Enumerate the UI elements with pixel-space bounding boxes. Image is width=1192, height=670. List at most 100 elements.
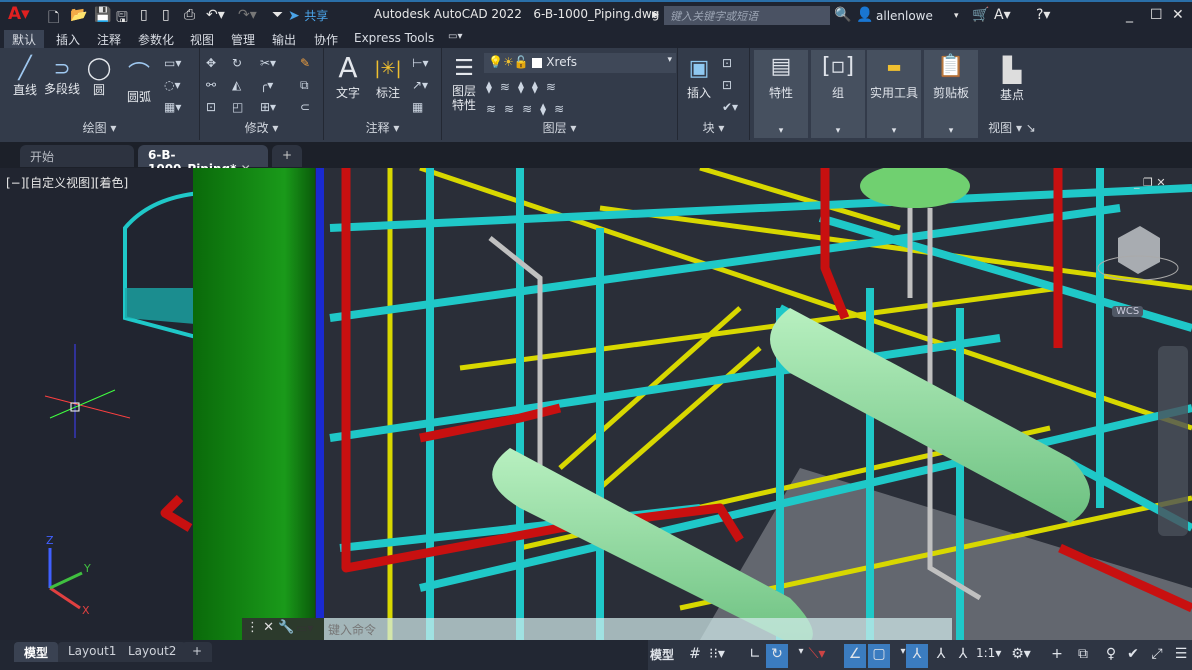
polyline-button[interactable]: ⊃多段线: [44, 56, 80, 97]
user-name[interactable]: allenlowe: [876, 9, 933, 23]
annotation-monitor-icon[interactable]: +: [1046, 644, 1068, 668]
customize-icon[interactable]: ⏷: [272, 7, 283, 23]
autocad-logo-icon[interactable]: A▾: [8, 4, 30, 24]
tab-express-tools[interactable]: Express Tools: [346, 30, 442, 48]
maximize-icon[interactable]: ☐: [1150, 7, 1163, 23]
tab-output[interactable]: 输出: [264, 30, 304, 48]
layers-panel-title[interactable]: 图层 ▾: [442, 119, 677, 136]
insert-button[interactable]: ▣插入: [682, 54, 716, 101]
annotation-panel-title[interactable]: 注释 ▾: [324, 119, 441, 136]
scale-icon[interactable]: ◰: [232, 100, 243, 114]
customize-wrench-icon[interactable]: 🔧: [278, 620, 294, 635]
user-dropdown-icon[interactable]: ▾: [954, 11, 959, 21]
annotation-scale-icon[interactable]: ⅄: [952, 644, 974, 668]
file-tab-active[interactable]: 6-B-1000_Piping* ✕: [138, 145, 268, 167]
isometric-icon[interactable]: ⟍▾: [806, 644, 828, 668]
isolate-objects-icon[interactable]: ♀: [1100, 644, 1122, 668]
auto-scale-icon[interactable]: ⅄: [930, 644, 952, 668]
cart-icon[interactable]: 🛒: [972, 7, 989, 23]
share-button[interactable]: ➤ 共享: [288, 7, 328, 24]
linear-dim-icon[interactable]: ⊢▾: [412, 56, 428, 70]
view-panel-title[interactable]: 视图 ▾ ↘: [982, 119, 1042, 136]
groups-button[interactable]: [▫]组▾: [811, 50, 865, 138]
tab-parametric[interactable]: 参数化: [130, 30, 182, 48]
leader-icon[interactable]: ↗▾: [412, 78, 428, 92]
help-icon[interactable]: ?▾: [1036, 7, 1050, 23]
tab-layout1[interactable]: Layout1: [58, 642, 126, 662]
create-block-icon[interactable]: ⊡: [722, 56, 732, 70]
grip-icon[interactable]: ⋮: [246, 620, 259, 635]
grid-icon[interactable]: #: [684, 644, 706, 668]
fillet-icon[interactable]: ╭▾: [260, 78, 273, 92]
command-history-icon[interactable]: ▭▾: [296, 621, 313, 635]
draw-panel-title[interactable]: 绘图 ▾: [0, 119, 199, 136]
object-snap-tracking-icon[interactable]: ∠: [844, 644, 866, 668]
autodesk-app-icon[interactable]: A▾: [994, 7, 1011, 23]
stretch-icon[interactable]: ⊡: [206, 100, 216, 114]
tab-view[interactable]: 视图: [182, 30, 222, 48]
dimension-button[interactable]: |✳|标注: [370, 54, 406, 101]
undo-icon[interactable]: ↶▾: [206, 7, 225, 23]
clipboard-button[interactable]: 📋剪贴板▾: [924, 50, 978, 138]
object-snap-icon[interactable]: ▢: [868, 644, 890, 668]
viewport-controls[interactable]: [−][自定义视图][着色]: [6, 174, 128, 191]
annotation-visibility-icon[interactable]: ⅄: [906, 644, 928, 668]
hardware-acceleration-icon[interactable]: ✔: [1122, 644, 1144, 668]
ortho-icon[interactable]: ∟: [744, 644, 766, 668]
arc-button[interactable]: ⌒圆弧: [122, 56, 156, 105]
open-file-icon[interactable]: 📂: [70, 7, 87, 23]
units-icon[interactable]: ⧉: [1072, 644, 1094, 668]
export-icon[interactable]: ▯: [162, 7, 170, 23]
modify-panel-title[interactable]: 修改 ▾: [200, 119, 323, 136]
offset-icon[interactable]: ⊂: [300, 100, 310, 114]
command-input[interactable]: 键入命令: [328, 621, 376, 638]
snap-icon[interactable]: ⁝⁝▾: [706, 644, 728, 668]
layer-tools-row1-icon[interactable]: ⧫≋⧫⧫≋: [486, 80, 564, 94]
search-icon[interactable]: 🔍: [834, 7, 851, 23]
trim-icon[interactable]: ✂▾: [260, 56, 276, 70]
navigation-bar[interactable]: [1158, 346, 1188, 536]
tab-default[interactable]: 默认: [4, 30, 44, 48]
basepoint-button[interactable]: ▙基点: [990, 54, 1034, 103]
properties-button[interactable]: ▤特性▾: [754, 50, 808, 138]
layer-properties-button[interactable]: ☰图层 特性: [446, 54, 482, 112]
line-button[interactable]: ╱直线: [8, 56, 42, 98]
tab-manage[interactable]: 管理: [223, 30, 263, 48]
explode-icon[interactable]: ⧉: [300, 78, 309, 93]
tab-model[interactable]: 模型: [14, 642, 58, 662]
model-space-button[interactable]: 模型: [650, 644, 674, 668]
close-icon[interactable]: ✕: [1172, 7, 1184, 23]
array-icon[interactable]: ⊞▾: [260, 100, 276, 114]
tab-annotate[interactable]: 注释: [89, 30, 129, 48]
viewport-window-controls-icon[interactable]: _ ❐ ✕: [1134, 176, 1166, 189]
ribbon-toggle-icon[interactable]: ▭▾: [440, 30, 470, 48]
copy-icon[interactable]: ⚯: [206, 78, 216, 92]
layer-dropdown[interactable]: 💡☀🔓 Xrefs ▾: [484, 53, 676, 73]
layer-tools-row2-icon[interactable]: ≋≋≋⧫≋: [486, 102, 572, 116]
text-button[interactable]: A文字: [332, 52, 364, 101]
close-command-icon[interactable]: ✕: [263, 620, 274, 635]
workspace-gear-icon[interactable]: ⚙▾: [1010, 644, 1032, 668]
erase-icon[interactable]: ✎: [300, 56, 310, 70]
edit-block-icon[interactable]: ⊡: [722, 78, 732, 92]
hatch-icon[interactable]: ▦▾: [164, 100, 181, 114]
polar-tracking-icon[interactable]: ↻: [766, 644, 788, 668]
utilities-button[interactable]: ▬实用工具▾: [867, 50, 921, 138]
publish-icon[interactable]: ▯: [140, 7, 148, 23]
rectangle-icon[interactable]: ▭▾: [164, 56, 181, 70]
file-tab-start[interactable]: 开始: [20, 145, 134, 167]
tab-layout2[interactable]: Layout2: [118, 642, 186, 662]
search-input[interactable]: 键入关键字或短语: [664, 6, 830, 25]
clean-screen-icon[interactable]: ⤢: [1146, 644, 1168, 668]
customization-menu-icon[interactable]: ☰: [1170, 644, 1192, 668]
ellipse-icon[interactable]: ◌▾: [164, 78, 181, 92]
drawing-viewport[interactable]: ZYX: [0, 168, 1192, 640]
rotate-icon[interactable]: ↻: [232, 56, 242, 70]
print-icon[interactable]: ⎙: [184, 7, 195, 23]
add-layout-icon[interactable]: +: [182, 642, 212, 662]
tab-insert[interactable]: 插入: [48, 30, 88, 48]
expand-icon[interactable]: ▶: [652, 10, 659, 20]
wcs-label[interactable]: WCS: [1112, 306, 1143, 317]
scale-dropdown[interactable]: 1:1▾: [976, 644, 1001, 668]
circle-button[interactable]: ◯圆: [84, 56, 114, 98]
